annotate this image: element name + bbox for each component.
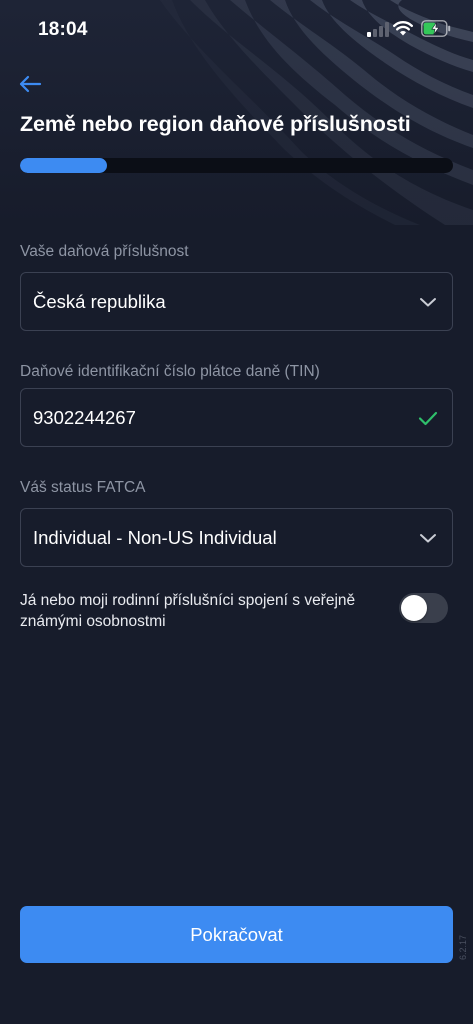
chevron-down-icon	[418, 528, 438, 548]
tin-value: 9302244267	[33, 406, 136, 428]
tax-residency-label: Vaše daňová příslušnost	[20, 243, 189, 260]
fatca-status-select[interactable]: Individual - Non-US Individual	[20, 508, 453, 567]
tin-label: Daňové identifikační číslo plátce daně (…	[20, 363, 320, 380]
arrow-left-icon	[19, 75, 42, 93]
fatca-status-value: Individual - Non-US Individual	[33, 526, 277, 548]
fatca-status-label: Váš status FATCA	[20, 479, 146, 496]
continue-button[interactable]: Pokračovat	[20, 906, 453, 963]
tax-residency-value: Česká republika	[33, 290, 166, 312]
progress-fill	[20, 158, 107, 173]
toggle-knob	[401, 595, 427, 621]
pep-toggle-switch[interactable]	[399, 593, 448, 623]
battery-charging-icon	[421, 20, 451, 37]
status-time: 18:04	[38, 19, 88, 40]
version-label: 6.2.17	[458, 934, 468, 960]
status-bar: 18:04	[0, 0, 473, 60]
pep-toggle-label: Já nebo moji rodinní příslušníci spojení…	[20, 592, 356, 630]
tax-residency-select[interactable]: Česká republika	[20, 272, 453, 331]
wifi-icon	[393, 21, 413, 36]
chevron-down-icon	[418, 292, 438, 312]
cellular-signal-icon	[367, 22, 389, 37]
back-button[interactable]	[14, 68, 46, 100]
page-title: Země nebo region daňové příslušnosti	[20, 112, 411, 136]
checkmark-icon	[418, 408, 438, 428]
progress-bar	[20, 158, 453, 173]
tin-input[interactable]: 9302244267	[20, 388, 453, 447]
screen: 18:04 Země nebo region daňové příslušnos…	[0, 0, 473, 1024]
